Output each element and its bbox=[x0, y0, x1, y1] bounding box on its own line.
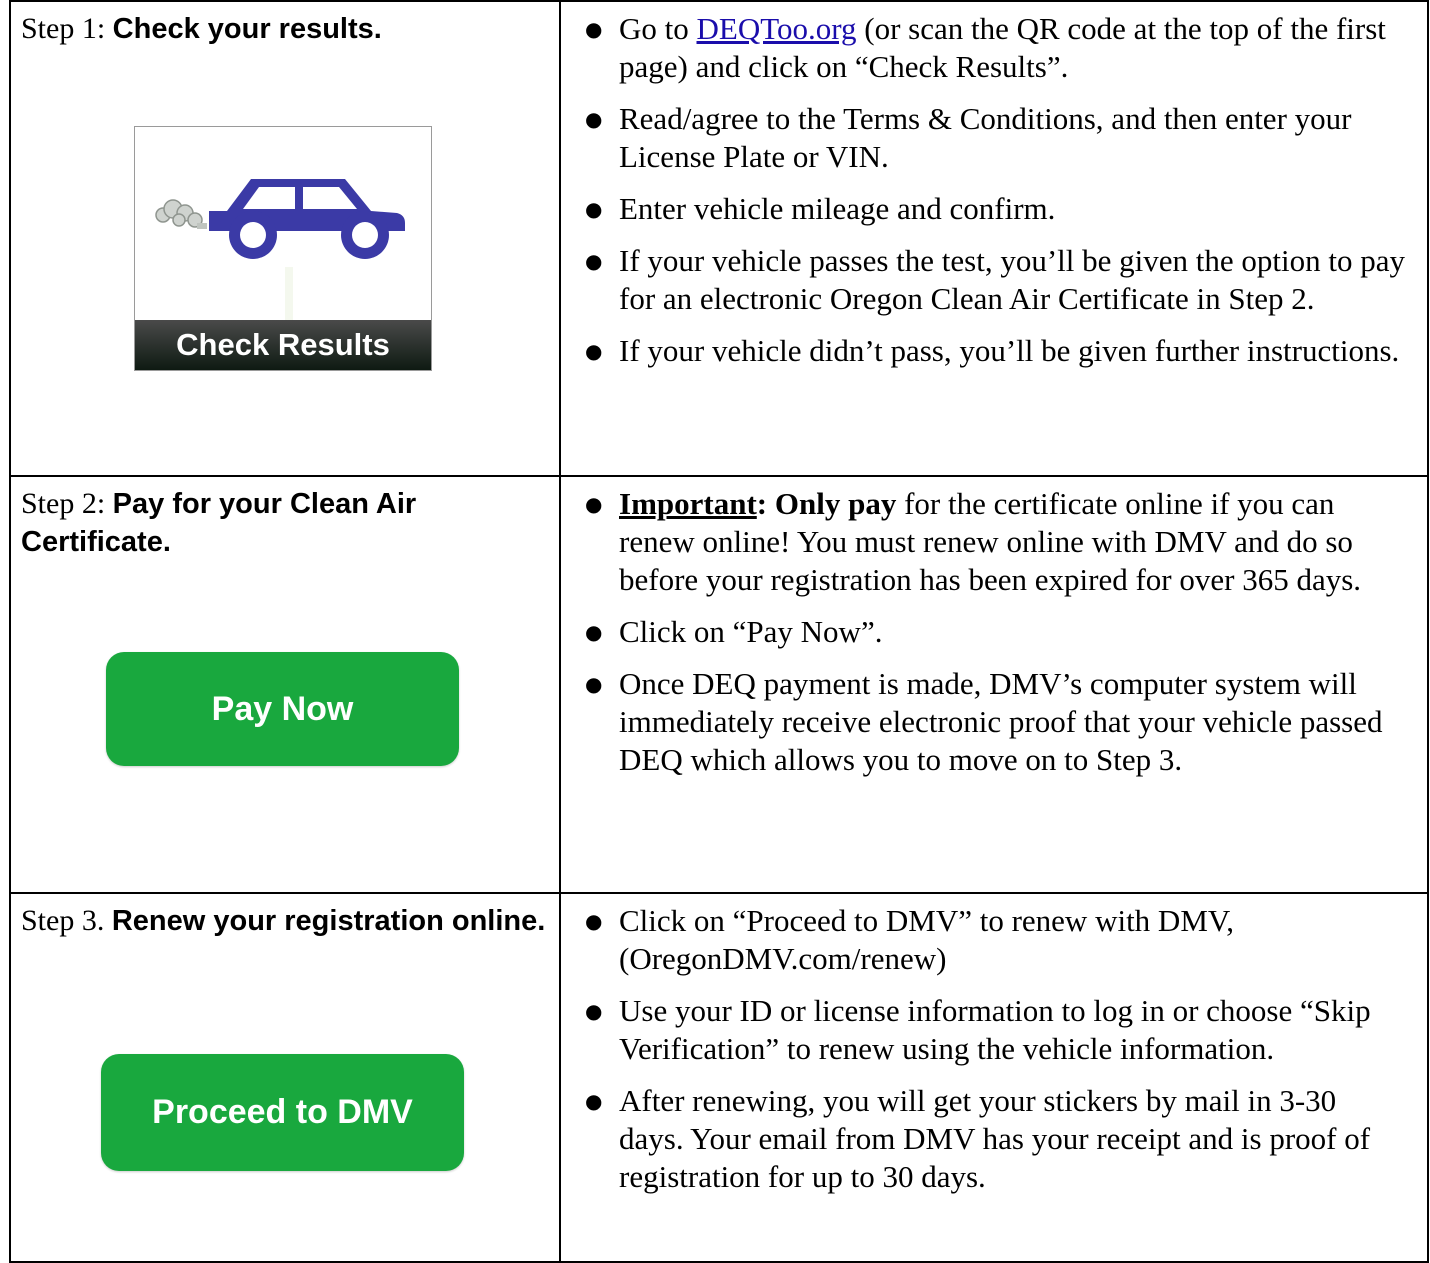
step1-title: Step 1: Check your results. bbox=[11, 2, 559, 48]
list-item: ● If your vehicle didn’t pass, you’ll be … bbox=[585, 333, 1400, 368]
list-item: ● Once DEQ payment is made, DMV’s compute… bbox=[585, 666, 1383, 777]
list-item: ● If your vehicle passes the test, you’ll… bbox=[585, 243, 1406, 316]
step2-prefix: Step 2: bbox=[21, 487, 113, 520]
proceed-to-dmv-button[interactable]: Proceed to DMV bbox=[101, 1054, 464, 1171]
step1-bullet-list: ● Go to DEQToo.org (or scan the QR code a… bbox=[561, 2, 1427, 384]
step2-bullet-list: ● Important: Only pay for the certificate… bbox=[561, 477, 1427, 793]
car-emissions-icon bbox=[155, 179, 405, 320]
check-results-label: Check Results bbox=[135, 320, 431, 370]
step3-heading: Renew your registration online. bbox=[111, 905, 546, 937]
pay-now-button[interactable]: Pay Now bbox=[106, 652, 459, 766]
list-item: ● Important: Only pay for the certificate… bbox=[585, 486, 1362, 597]
list-item: ● Go to DEQToo.org (or scan the QR code a… bbox=[585, 11, 1386, 84]
list-item: ● Click on “Proceed to DMV” to renew with… bbox=[585, 903, 1235, 976]
step1-prefix: Step 1: bbox=[21, 12, 113, 45]
deqtoo-link[interactable]: DEQToo.org bbox=[697, 11, 857, 46]
list-item: ● Enter vehicle mileage and confirm. bbox=[585, 191, 1056, 226]
check-results-image[interactable]: Check Results bbox=[134, 126, 432, 371]
list-item: ● Use your ID or license information to l… bbox=[585, 993, 1371, 1066]
step3-title: Step 3. Renew your registration online. bbox=[11, 894, 559, 940]
step2-instructions-cell: ● Important: Only pay for the certificate… bbox=[559, 475, 1429, 894]
list-item: ● Read/agree to the Terms & Conditions, a… bbox=[585, 101, 1352, 174]
list-item: ● Click on “Pay Now”. bbox=[585, 614, 883, 649]
step3-instructions-cell: ● Click on “Proceed to DMV” to renew with… bbox=[559, 892, 1429, 1263]
step1-heading: Check your results. bbox=[112, 13, 382, 45]
step3-bullet-list: ● Click on “Proceed to DMV” to renew with… bbox=[561, 894, 1427, 1210]
step1-instructions-cell: ● Go to DEQToo.org (or scan the QR code a… bbox=[559, 0, 1429, 477]
list-item: ● After renewing, you will get your stick… bbox=[585, 1083, 1371, 1194]
step3-prefix: Step 3. bbox=[21, 904, 112, 937]
step2-title: Step 2: Pay for your Clean Air Certifica… bbox=[11, 477, 559, 561]
